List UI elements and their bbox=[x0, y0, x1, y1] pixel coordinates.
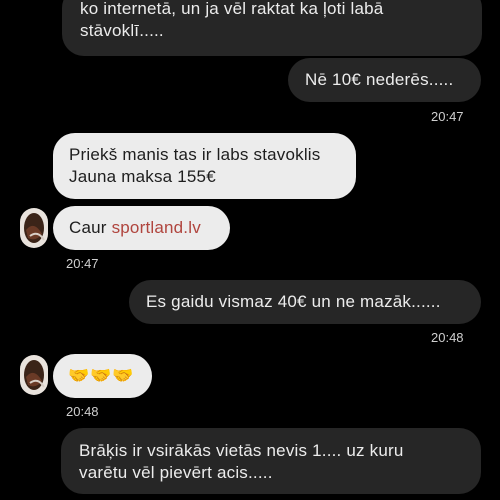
message-timestamp: 20:48 bbox=[431, 330, 464, 345]
message-text: varētu vēl pievērt acis..... bbox=[79, 463, 273, 482]
message-text: Brāķis ir vsirākās vietās nevis 1.... uz… bbox=[79, 441, 404, 460]
message-text: Nē 10€ nederēs..... bbox=[305, 70, 454, 89]
message-timestamp: 20:48 bbox=[66, 404, 99, 419]
message-text: Es gaidu vismaz 40€ un ne mazāk...... bbox=[146, 292, 441, 311]
message-text: stāvoklī..... bbox=[80, 21, 164, 40]
message-text: Priekš manis tas ir labs stavoklis bbox=[69, 145, 321, 164]
message-text: Jauna maksa 155€ bbox=[69, 167, 216, 186]
message-text: ko internetā, un ja vēl raktat ka ļoti l… bbox=[80, 0, 384, 18]
message-timestamp: 20:47 bbox=[431, 109, 464, 124]
avatar-image bbox=[20, 355, 48, 395]
message-text-line: Caur sportland.lv bbox=[69, 217, 214, 239]
message-bubble-outgoing[interactable]: Nē 10€ nederēs..... bbox=[288, 58, 481, 102]
message-text: Caur bbox=[69, 218, 112, 237]
handshake-emoji: 🤝🤝🤝 bbox=[68, 366, 135, 385]
message-bubble-outgoing[interactable]: Brāķis ir vsirākās vietās nevis 1.... uz… bbox=[61, 428, 481, 494]
message-bubble-outgoing[interactable]: Es gaidu vismaz 40€ un ne mazāk...... bbox=[129, 280, 481, 324]
message-bubble-incoming[interactable]: Priekš manis tas ir labs stavoklis Jauna… bbox=[53, 133, 356, 199]
contact-avatar[interactable] bbox=[20, 355, 48, 395]
contact-avatar[interactable] bbox=[20, 208, 48, 248]
message-bubble-incoming[interactable]: 🤝🤝🤝 bbox=[53, 354, 152, 398]
message-timestamp: 20:47 bbox=[66, 256, 99, 271]
message-bubble-outgoing[interactable]: ko internetā, un ja vēl raktat ka ļoti l… bbox=[62, 0, 482, 56]
message-bubble-incoming[interactable]: Caur sportland.lv bbox=[53, 206, 230, 250]
avatar-image bbox=[20, 208, 48, 248]
sportland-link[interactable]: sportland.lv bbox=[112, 218, 201, 237]
